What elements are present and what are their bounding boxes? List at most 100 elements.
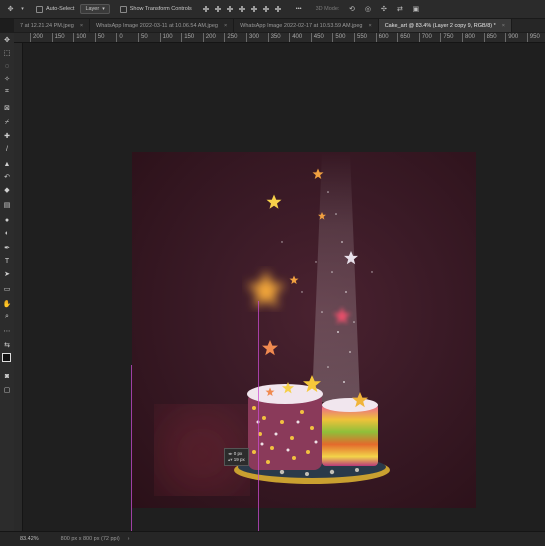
align-left-icon[interactable] (202, 5, 210, 13)
ruler-tick: 350 (267, 33, 281, 42)
ruler-tick: 800 (462, 33, 475, 42)
ruler-tick: 700 (418, 33, 432, 42)
align-bottom-icon[interactable] (262, 5, 270, 13)
ruler-tick: 0 (116, 33, 123, 42)
3d-orbit-icon[interactable]: ⟲ (347, 5, 356, 14)
ruler-tick-label: 550 (357, 34, 368, 40)
ruler-tick: 400 (289, 33, 302, 42)
workspace[interactable]: ◂▸ 0 px ▴▾ 19 px (23, 43, 545, 531)
document-canvas[interactable]: ◂▸ 0 px ▴▾ 19 px (132, 152, 476, 508)
brush-icon[interactable]: / (2, 144, 12, 154)
foreground-color-swatch[interactable] (2, 353, 11, 362)
marquee-icon[interactable]: ⬚ (2, 48, 12, 58)
show-transform-controls-checkbox[interactable]: Show Transform Controls (119, 5, 192, 13)
ruler-tick: 250 (224, 33, 237, 42)
healing-icon[interactable]: ✚ (2, 131, 12, 141)
ruler-tick-label: 300 (249, 34, 260, 40)
document-tabs: 7 at 12.21.24 PM.jpeg × WhatsApp Image 2… (14, 19, 545, 32)
move-tool-icon[interactable]: ✥ (6, 5, 15, 14)
close-icon[interactable]: × (502, 23, 505, 29)
ruler-tick: 50 (138, 33, 148, 42)
cake-artwork (162, 152, 390, 488)
ruler-tick-label: 350 (270, 34, 281, 40)
type-icon[interactable]: T (2, 256, 12, 266)
eyedropper-icon[interactable]: ⌿ (2, 118, 12, 128)
shape-icon[interactable]: ▭ (2, 284, 12, 294)
eraser-icon[interactable]: ◆ (2, 185, 12, 195)
quick-mask-icon[interactable]: ◙ (2, 371, 12, 381)
zoom-level[interactable]: 83.42% (20, 536, 39, 542)
ruler-tick: 150 (51, 33, 65, 42)
chevron-down-icon[interactable]: ▾ (18, 5, 27, 14)
ruler-tick-label: 250 (227, 34, 238, 40)
path-select-icon[interactable]: ➤ (2, 269, 12, 279)
crop-icon[interactable]: ⌗ (2, 87, 12, 97)
align-center-icon[interactable] (214, 5, 222, 13)
tab-label: 7 at 12.21.24 PM.jpeg (20, 22, 74, 29)
close-icon[interactable]: × (80, 23, 83, 29)
align-right-icon[interactable] (226, 5, 234, 13)
hand-icon[interactable]: ✋ (2, 299, 12, 309)
gradient-icon[interactable]: ▤ (2, 200, 12, 210)
ruler-tick: 100 (159, 33, 173, 42)
layer-select-value: Layer (85, 6, 100, 12)
ruler-tick-label: 600 (378, 34, 389, 40)
more-tools-icon[interactable]: ⋯ (2, 326, 12, 336)
ruler-tick: 450 (310, 33, 324, 42)
align-middle-icon[interactable] (250, 5, 258, 13)
ruler-tick-label: 650 (400, 34, 411, 40)
ruler-tick-label: 200 (33, 34, 44, 40)
move-icon[interactable]: ✥ (2, 35, 12, 45)
frame-icon[interactable]: ⊠ (2, 103, 12, 113)
ruler-tick: 650 (397, 33, 410, 42)
distribute-icon[interactable] (274, 5, 282, 13)
auto-select-target-dropdown[interactable]: Layer ▾ (80, 4, 110, 14)
ruler-tick: 200 (202, 33, 216, 42)
screen-mode-icon[interactable]: ▢ (2, 385, 12, 395)
tab-doc-3[interactable]: WhatsApp Image 2022-02-17 at 10.53.59 AM… (234, 19, 379, 32)
align-top-icon[interactable] (238, 5, 246, 13)
ruler-tick-label: 700 (421, 34, 432, 40)
blur-icon[interactable]: ● (2, 215, 12, 225)
magic-wand-icon[interactable]: ✧ (2, 74, 12, 84)
smart-guide-right (258, 301, 259, 531)
ruler-tick: 300 (246, 33, 259, 42)
status-menu-arrow[interactable]: › (128, 536, 130, 542)
tab-cake-art[interactable]: Cake_art @ 83.4% (Layer 2 copy 9, RGB/8)… (378, 19, 512, 32)
close-icon[interactable]: × (368, 23, 371, 29)
close-icon[interactable]: × (224, 23, 227, 29)
ruler-tick-label: 0 (119, 34, 123, 40)
chevron-down-icon: ▾ (102, 6, 105, 12)
ruler-tick: 850 (483, 33, 497, 42)
ruler-tick-label: 800 (465, 34, 476, 40)
ruler-tick: 100 (73, 33, 86, 42)
pen-icon[interactable]: ✒ (2, 243, 12, 253)
lasso-icon[interactable]: ◌ (2, 61, 12, 71)
auto-select-label: Auto-Select (46, 6, 75, 12)
ruler-tick: 150 (181, 33, 194, 42)
show-transform-label: Show Transform Controls (129, 6, 192, 12)
3d-slide-icon[interactable]: ⇄ (395, 5, 404, 14)
swap-colors-icon[interactable]: ⇆ (2, 340, 12, 350)
ruler-tick-label: 100 (162, 34, 173, 40)
3d-scale-icon[interactable]: ▣ (411, 5, 420, 14)
align-icons-group (202, 5, 282, 13)
3d-pan-icon[interactable]: ✣ (379, 5, 388, 14)
measure-dy: ▴▾ 19 px (228, 457, 245, 462)
3d-roll-icon[interactable]: ◎ (363, 5, 372, 14)
auto-select-check-icon (36, 5, 43, 13)
zoom-icon[interactable]: ⌕ (2, 312, 12, 322)
dodge-icon[interactable]: ◐ (2, 228, 12, 238)
ruler-tick: 50 (94, 33, 104, 42)
more-options-button[interactable]: ••• (296, 6, 302, 12)
ruler-tick-label: 500 (335, 34, 346, 40)
history-brush-icon[interactable]: ↶ (2, 172, 12, 182)
tools-panel: ✥ ⬚ ◌ ✧ ⌗ ⊠ ⌿ ✚ / ▲ ↶ ◆ ▤ ● ◐ ✒ T ➤ ▭ ✋ … (0, 33, 15, 531)
clone-stamp-icon[interactable]: ▲ (2, 159, 12, 169)
ruler-tick: 200 (30, 33, 43, 42)
ruler-tick-label: 50 (97, 34, 105, 40)
ruler-tick: 750 (440, 33, 453, 42)
tab-doc-2[interactable]: WhatsApp Image 2022-03-11 at 10.06.54 AM… (90, 19, 235, 32)
auto-select-checkbox[interactable]: Auto-Select (36, 5, 75, 13)
tab-doc-1[interactable]: 7 at 12.21.24 PM.jpeg × (14, 19, 91, 32)
